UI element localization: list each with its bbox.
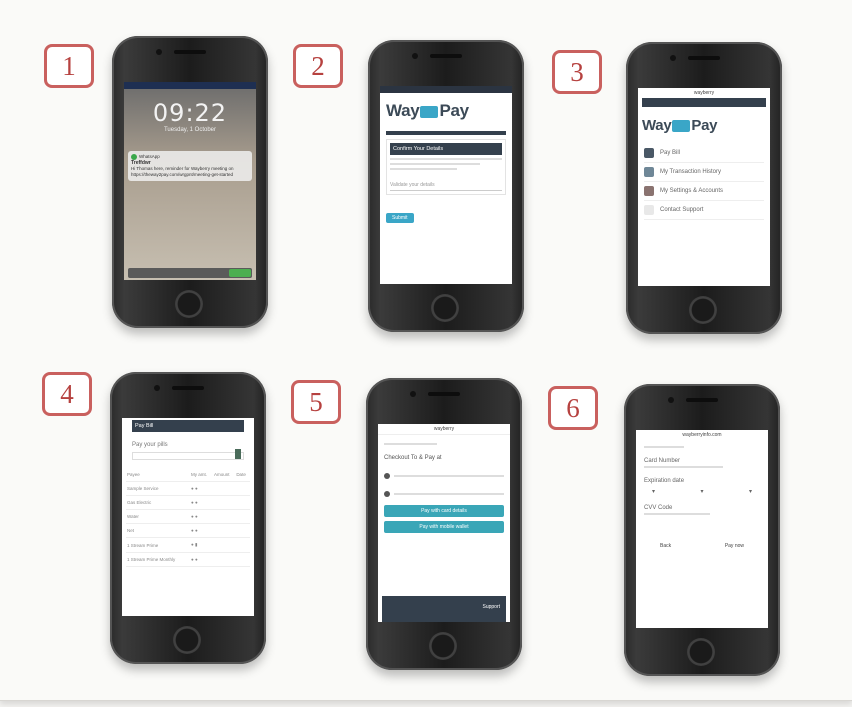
camera-icon [156,49,162,55]
card-screen: wayberryinfo.com Card Number Expiration … [636,430,768,628]
details-field[interactable]: Validate your details [390,182,502,191]
checkout-screen: wayberry Checkout To & Pay at Pay with c… [378,424,510,622]
card-number-input[interactable] [644,466,724,468]
brand-header: Way Pay [380,93,512,125]
step-badge-3: 3 [552,50,602,94]
camera-icon [668,397,674,403]
confirm-screen: Way Pay Confirm Your Details Validate you… [380,86,512,284]
radio-icon[interactable] [384,491,390,497]
step-badge-1: 1 [44,44,94,88]
table-row[interactable]: Gas Electric ● ● [126,495,250,510]
bills-table: Payee My amt. Amount Date Sample Service ● ●… [126,468,250,567]
notification-app: WhatsApp [139,154,160,160]
notification-card[interactable]: WhatsApp Treffdwr Hi Thomas here, remind… [128,151,252,182]
lock-clock: 09:22 [152,99,228,127]
camera-icon [412,53,418,59]
menu-item-support[interactable]: Contact Support [644,201,764,220]
waypay-logo: Way Pay [386,101,469,120]
table-row[interactable]: Net ● ● [126,523,250,538]
amount-label: Pay your pills [132,442,168,448]
menu-item-history[interactable]: My Transaction History [644,163,764,182]
pay-bill-screen: Pay Bill Pay your pills Payee My amt. Amou… [122,418,254,616]
status-bar [124,82,256,89]
status-bar [380,86,512,93]
home-button[interactable] [175,290,203,318]
card-icon [420,105,439,118]
checkout-title: Checkout To & Pay at [384,455,442,461]
pay-now-button[interactable]: Pay now [725,543,744,549]
card-icon [672,120,691,133]
pay-card-button[interactable]: Pay with card details [384,505,504,517]
home-button[interactable] [429,632,457,660]
unlock-handle[interactable] [229,269,251,277]
home-button[interactable] [687,638,715,666]
table-row[interactable]: Water ● ● [126,509,250,524]
speaker-grille [688,56,720,60]
slide-to-unlock[interactable] [128,268,252,278]
cvv-label: CVV Code [644,505,673,511]
phone-6: wayberryinfo.com Card Number Expiration … [624,384,780,676]
url-bar[interactable]: wayberry [638,88,770,98]
speaker-grille [172,386,204,390]
back-button[interactable]: Back [660,543,671,549]
expiry-label: Expiration date [644,478,685,484]
radio-icon[interactable] [384,473,390,479]
home-button[interactable] [173,626,201,654]
step-badge-2: 2 [293,44,343,88]
menu-item-settings[interactable]: My Settings & Accounts [644,182,764,201]
phone-5: wayberry Checkout To & Pay at Pay with c… [366,378,522,670]
table-row[interactable]: 1 Stream Prime Monthly ● ● [126,552,250,567]
home-button[interactable] [689,296,717,324]
card-number-label: Card Number [644,458,681,464]
waypay-logo: Way Pay [642,117,718,134]
speaker-grille [428,392,460,396]
camera-icon [670,55,676,61]
speaker-grille [174,50,206,54]
phone-4: Pay Bill Pay your pills Payee My amt. Amou… [110,372,266,664]
step-badge-6: 6 [548,386,598,430]
amount-input[interactable] [132,449,244,460]
nav-bar [642,98,766,107]
support-icon [644,205,654,215]
camera-icon [410,391,416,397]
table-row[interactable]: Sample Service ● ● [126,481,250,496]
speaker-grille [430,54,462,58]
divider [386,131,506,135]
phone-3: wayberry Way Pay Pay Bill My Transaction … [626,42,782,334]
support-footer[interactable]: Support [382,596,506,622]
lock-screen: 09:22 Tuesday, 1 October WhatsApp Treffd… [124,82,256,280]
calc-icon [235,449,241,459]
option-wallet[interactable] [384,491,504,497]
history-icon [644,167,654,177]
submit-button[interactable]: Submit [386,213,414,223]
lock-date: Tuesday, 1 October [163,127,217,133]
option-card[interactable] [384,473,504,479]
menu-item-pay-bill[interactable]: Pay Bill [644,144,764,163]
pay-bill-header: Pay Bill [132,420,244,432]
speaker-grille [686,398,718,402]
phone-1: 09:22 Tuesday, 1 October WhatsApp Treffd… [112,36,268,328]
step-badge-4: 4 [42,372,92,416]
settings-icon [644,186,654,196]
cvv-input[interactable] [644,513,710,515]
table-row[interactable]: 1 Stream Prime ● ▮ [126,537,250,553]
confirm-header: Confirm Your Details [390,143,502,155]
phone-2: Way Pay Confirm Your Details Validate you… [368,40,524,332]
home-button[interactable] [431,294,459,322]
url-bar[interactable]: wayberryinfo.com [636,430,768,440]
camera-icon [154,385,160,391]
expiry-selects[interactable]: ▾ ▾ ▾ [652,488,752,495]
bill-icon [644,148,654,158]
step-badge-5: 5 [291,380,341,424]
url-bar[interactable]: wayberry [378,424,510,435]
notification-message: Hi Thomas here, reminder for Wayberry me… [131,166,234,178]
pay-wallet-button[interactable]: Pay with mobile wallet [384,521,504,533]
menu-screen: wayberry Way Pay Pay Bill My Transaction … [638,88,770,286]
whatsapp-icon [131,154,137,160]
